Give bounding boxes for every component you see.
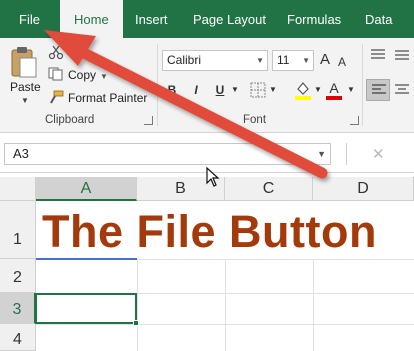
bold-button[interactable]: B (164, 80, 180, 100)
ribbon-tab-bar: File Home Insert Page Layout Formulas Da… (0, 0, 414, 38)
font-size-value: 11 (277, 53, 290, 67)
borders-dropdown-icon[interactable]: ▼ (268, 80, 278, 100)
fill-color-dropdown-icon[interactable]: ▼ (313, 80, 323, 100)
gridline (313, 259, 314, 351)
cell-a1-text[interactable]: The File Button (42, 203, 377, 261)
paste-dropdown-icon[interactable]: ▼ (21, 96, 29, 105)
paste-icon[interactable] (10, 46, 38, 78)
chevron-down-icon: ▼ (302, 56, 310, 65)
tab-data[interactable]: Data (365, 0, 392, 38)
row-header-1[interactable]: 1 (0, 201, 36, 259)
copy-button[interactable]: Copy ▼ (48, 66, 108, 84)
borders-icon[interactable] (250, 82, 266, 98)
font-group-label: Font (243, 114, 267, 126)
underline-dropdown-icon[interactable]: ▼ (230, 80, 240, 100)
shrink-font-button[interactable]: A (338, 53, 346, 71)
format-painter-button[interactable]: Format Painter (48, 89, 147, 107)
font-color-dropdown-icon[interactable]: ▼ (346, 80, 356, 100)
column-header-a[interactable]: A (36, 177, 137, 201)
tab-insert[interactable]: Insert (135, 0, 168, 38)
chevron-down-icon: ▼ (256, 56, 264, 65)
name-box-value: A3 (13, 146, 29, 161)
copy-dropdown-icon[interactable]: ▼ (100, 72, 108, 81)
fill-color-icon[interactable] (294, 80, 312, 100)
ribbon-home: Paste ▼ Copy ▼ Format Painter Clipboard C… (0, 38, 414, 133)
align-top-icon[interactable] (370, 48, 386, 62)
row-header-3[interactable]: 3 (0, 293, 36, 324)
tab-page-layout[interactable]: Page Layout (193, 0, 266, 38)
cut-icon[interactable] (48, 44, 64, 60)
clipboard-group-label: Clipboard (45, 114, 95, 126)
chevron-down-icon: ▼ (317, 149, 326, 159)
align-middle-icon[interactable] (394, 48, 410, 62)
worksheet-grid[interactable]: A B C D 1 2 3 4 The File Button (0, 173, 414, 351)
cell-a1-underline (36, 258, 137, 260)
formula-bar-divider (346, 143, 347, 165)
format-painter-label: Format Painter (68, 91, 148, 105)
row-header-4[interactable]: 4 (0, 324, 36, 351)
select-all-button[interactable] (0, 177, 36, 201)
gridline (137, 259, 138, 351)
font-name-select[interactable]: Calibri ▼ (162, 50, 268, 71)
mouse-cursor-icon (206, 167, 220, 187)
tab-file[interactable]: File (19, 0, 40, 38)
tab-formulas[interactable]: Formulas (287, 0, 341, 38)
group-divider (157, 44, 158, 126)
align-left-button[interactable] (366, 79, 390, 101)
tab-home[interactable]: Home (60, 0, 123, 38)
fill-handle[interactable] (133, 320, 139, 326)
row-header-2[interactable]: 2 (0, 259, 36, 293)
font-color-button[interactable]: A (326, 80, 342, 100)
underline-button[interactable]: U (212, 80, 228, 100)
italic-button[interactable]: I (188, 80, 204, 100)
cancel-icon[interactable]: ✕ (372, 145, 385, 163)
copy-icon (48, 67, 63, 81)
group-divider (362, 44, 363, 126)
column-header-c[interactable]: C (225, 177, 313, 201)
gridline (225, 259, 226, 351)
align-left-icon (372, 84, 386, 94)
align-center-icon[interactable] (394, 83, 410, 97)
clipboard-launcher-icon[interactable] (144, 116, 153, 125)
font-size-select[interactable]: 11 ▼ (272, 50, 314, 71)
name-box[interactable]: A3 ▼ (4, 143, 331, 165)
font-launcher-icon[interactable] (350, 116, 359, 125)
paste-button[interactable]: Paste (10, 80, 41, 94)
format-painter-icon (50, 90, 64, 104)
grow-font-button[interactable]: A (320, 51, 330, 69)
column-header-d[interactable]: D (313, 177, 414, 201)
copy-label: Copy (68, 68, 97, 82)
font-name-value: Calibri (167, 53, 202, 67)
active-cell-a3[interactable] (35, 293, 137, 324)
